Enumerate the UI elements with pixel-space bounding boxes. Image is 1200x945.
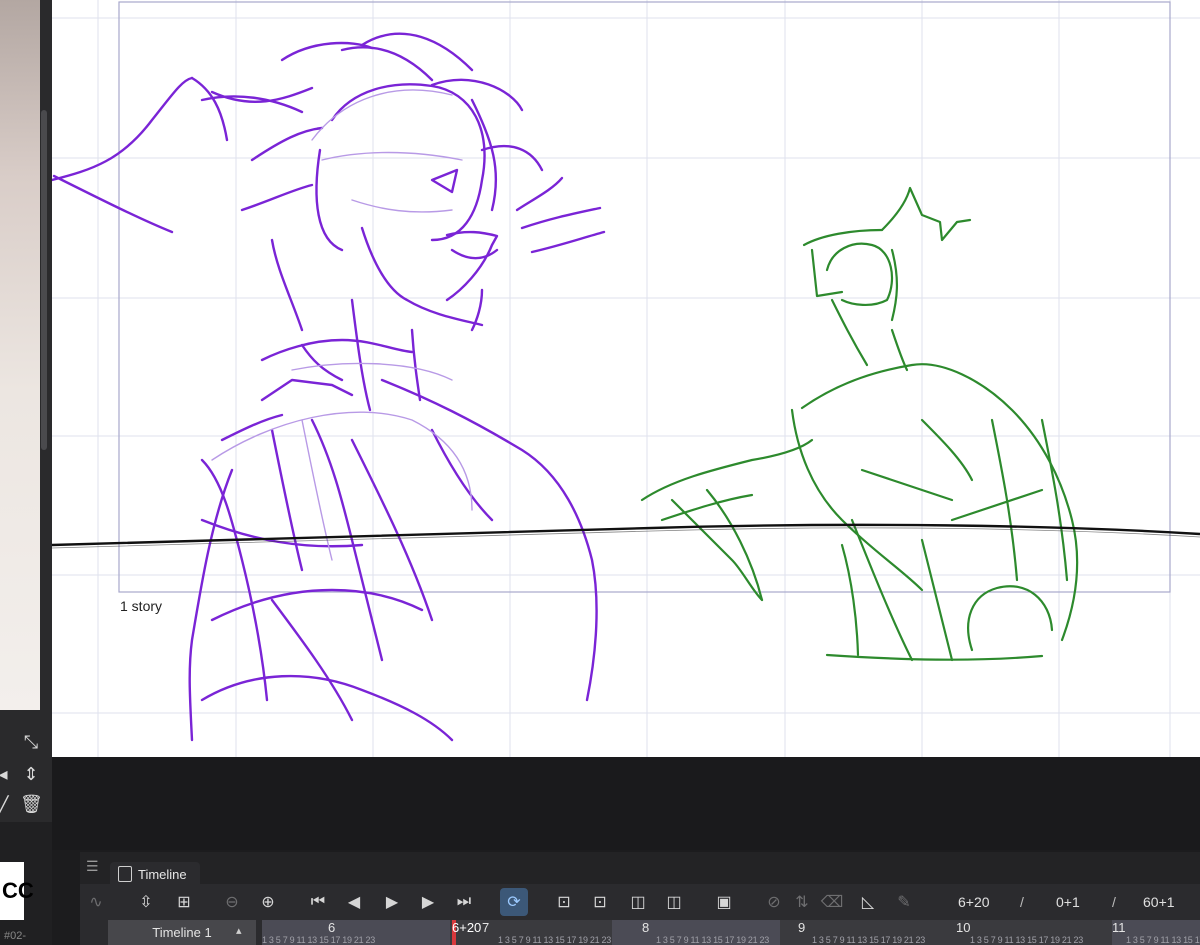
- go-to-start-icon[interactable]: ⏮: [304, 888, 332, 916]
- purple-character-sketch: [52, 32, 606, 742]
- drawing-canvas[interactable]: 1 story: [52, 0, 1200, 757]
- end-frame-readout: 60+1: [1143, 894, 1175, 910]
- new-layer-cel-icon[interactable]: ⊡: [586, 888, 614, 916]
- canvas-grid: [52, 0, 1200, 757]
- separator: /: [1112, 894, 1116, 910]
- zoom-out-icon[interactable]: ⊖: [218, 888, 246, 916]
- ruler-major-label: 10: [956, 920, 971, 935]
- zoom-in-icon[interactable]: ⊕: [254, 888, 282, 916]
- ruler-major-label: 8: [642, 920, 650, 935]
- ruler-minor-ticks: 1 3 5 7 9 11 13 15 17 19 21 23: [1126, 935, 1200, 945]
- graph-editor-icon[interactable]: ∿: [82, 888, 110, 916]
- arrow-left-icon[interactable]: ◂: [0, 764, 14, 784]
- tab-timeline-label: Timeline: [138, 866, 187, 882]
- canvas-bottom-margin: [52, 757, 1200, 850]
- left-code-label: #02-: [4, 930, 27, 942]
- tab-timeline[interactable]: Timeline: [110, 862, 200, 886]
- ruler-major-label: 9: [798, 920, 806, 935]
- timeline-tab-icon: [118, 866, 132, 882]
- timeline-toolbar: ∿ ⇳ ⊞ ⊖ ⊕ ⏮ ◀ ▶ ▶ ⏭ ⟳ ⊡ ⊡ ◫ ◫ ▣ ⊘ ⇅ ⌫ ◺ …: [80, 884, 1200, 920]
- fit-timeline-icon[interactable]: ⇳: [132, 888, 160, 916]
- ruler-minor-ticks: 1 3 5 7 9 11 13 15 17 19 21 23: [656, 935, 769, 945]
- play-icon[interactable]: ▶: [378, 888, 406, 916]
- add-keyframe-icon[interactable]: ⊞: [170, 888, 198, 916]
- frame-border: [118, 1, 1171, 593]
- left-panel-scrollbar[interactable]: [41, 110, 47, 450]
- trash-icon[interactable]: 🗑: [20, 794, 43, 814]
- light-table-icon[interactable]: ▣: [710, 888, 738, 916]
- pen-disabled-icon[interactable]: ✎: [890, 888, 918, 916]
- separator: /: [1020, 894, 1024, 910]
- clear-cel-icon[interactable]: ⌫: [818, 888, 846, 916]
- navigator-thumbnail[interactable]: [0, 0, 40, 710]
- track-name[interactable]: Timeline 1: [108, 920, 256, 945]
- playhead-label: 6+20: [452, 920, 482, 935]
- enable-timing-icon[interactable]: ⊘: [760, 888, 788, 916]
- ruler-minor-ticks: 1 3 5 7 9 11 13 15 17 19 21 23: [970, 935, 1083, 945]
- transform-icon[interactable]: ⤡: [20, 732, 42, 752]
- ruler-major-label: 6: [328, 920, 336, 935]
- story-label: 1 story: [120, 598, 163, 614]
- ruler-major-label: 11: [1112, 920, 1126, 935]
- panel-menu-icon[interactable]: ☰: [86, 858, 99, 875]
- app-logo: CC: [0, 862, 34, 920]
- canvas-drawing: [52, 0, 1200, 757]
- ruler-minor-ticks: 1 3 5 7 9 11 13 15 17 19 21 23: [812, 935, 925, 945]
- next-frame-icon[interactable]: ▶: [414, 888, 442, 916]
- arrange-cels-icon[interactable]: ⇅: [788, 888, 816, 916]
- pen-icon[interactable]: ╱: [0, 796, 14, 816]
- left-side-panel: ⤡ ◂ ⇕ ╱ 🗑 CC #02-: [0, 0, 52, 945]
- timeline-header: ☰ Timeline: [80, 852, 1200, 886]
- lasso-fill-icon[interactable]: ◺: [854, 888, 882, 916]
- ruler-major-label: 7: [482, 920, 490, 935]
- distribute-vertical-icon[interactable]: ⇕: [20, 764, 42, 784]
- onion-skin-settings-icon[interactable]: ◫: [660, 888, 688, 916]
- ruler-minor-ticks: 1 3 5 7 9 11 13 15 17 19 21 23: [262, 935, 375, 945]
- ruler-minor-ticks: 1 3 5 7 9 11 13 15 17 19 21 23: [498, 935, 611, 945]
- green-character-sketch: [640, 186, 1079, 662]
- chevron-up-icon[interactable]: ▴: [236, 924, 242, 937]
- previous-frame-icon[interactable]: ◀: [340, 888, 368, 916]
- current-frame-readout: 6+20: [958, 894, 990, 910]
- onion-skin-icon[interactable]: ◫: [624, 888, 652, 916]
- loop-icon[interactable]: ⟳: [500, 888, 528, 916]
- timeline-panel: ☰ Timeline ∿ ⇳ ⊞ ⊖ ⊕ ⏮ ◀ ▶ ▶ ⏭ ⟳ ⊡ ⊡ ◫ ◫…: [80, 852, 1200, 945]
- start-frame-readout: 0+1: [1056, 894, 1080, 910]
- new-cel-icon[interactable]: ⊡: [550, 888, 578, 916]
- timeline-track-row: Timeline 1 ▴ 6 7 8 9 10 11 1 3 5 7 9 11 …: [80, 920, 1200, 945]
- go-to-end-icon[interactable]: ⏭: [450, 888, 478, 916]
- frame-ruler[interactable]: 6 7 8 9 10 11 1 3 5 7 9 11 13 15 17 19 2…: [262, 920, 1200, 945]
